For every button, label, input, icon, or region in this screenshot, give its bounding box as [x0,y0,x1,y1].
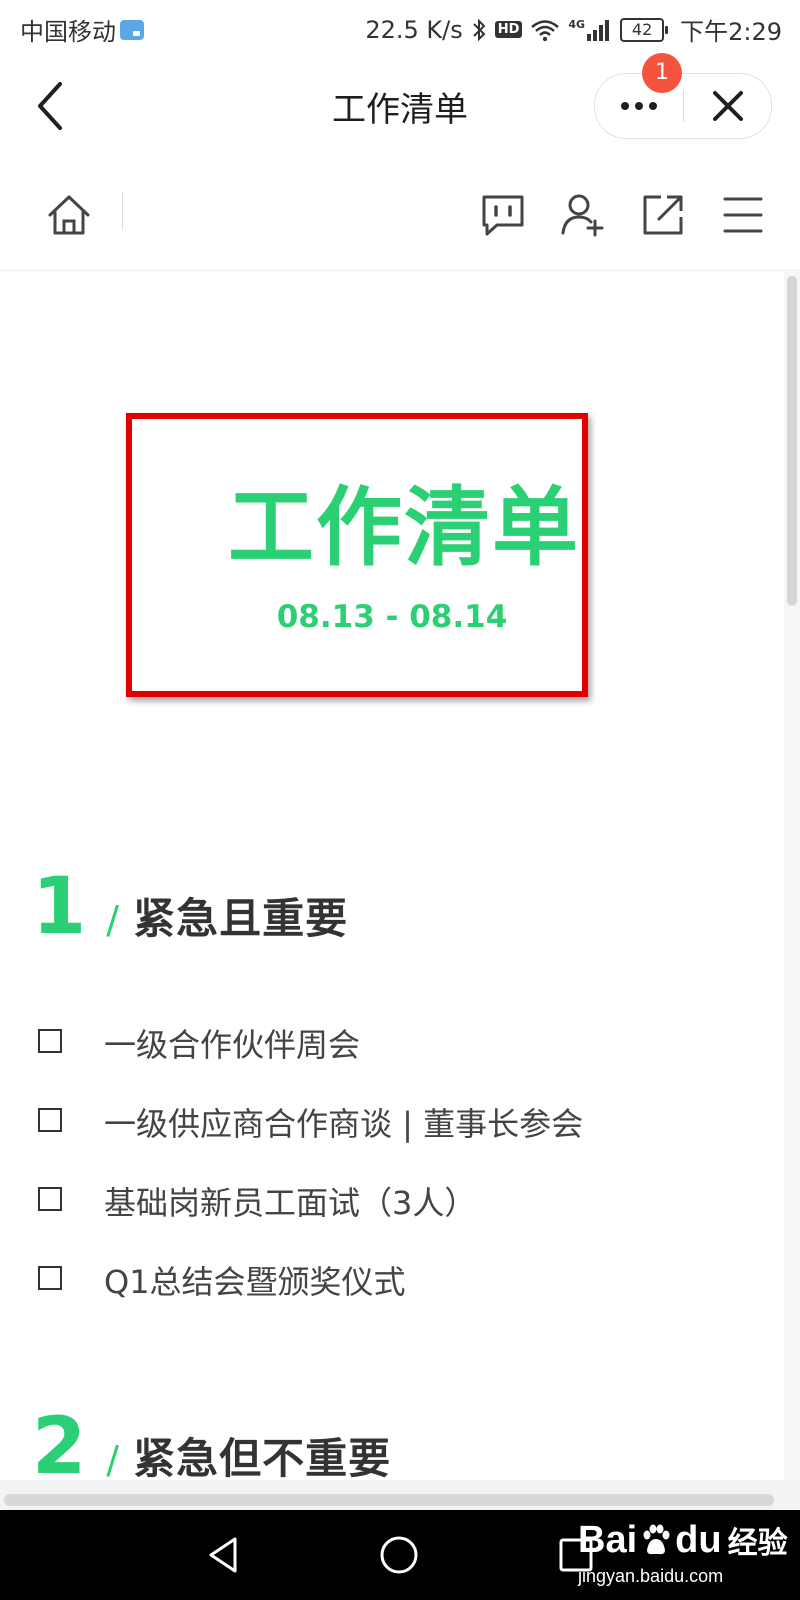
carrier-info: 中国移动 [20,12,144,47]
signal-icon [587,19,610,41]
task-item: 一级供应商合作商谈 | 董事长参会 [0,1091,784,1151]
comment-icon [482,195,524,236]
carrier-name: 中国移动 [20,18,116,46]
section-heading-2: 2 / 紧急但不重要 [32,1408,391,1480]
paw-icon [643,1524,670,1555]
status-indicators: 22.5 K/s HD 4G 42 下午2:29 [365,12,782,47]
vertical-scroll-thumb[interactable] [787,276,797,606]
task-item: 基础岗新员工面试（3人） [0,1170,784,1230]
home-button[interactable] [42,188,96,242]
toolbar-separator [122,192,123,230]
section-slash: / [106,1438,120,1480]
task-checkbox[interactable] [38,1108,62,1132]
message-icon [120,19,144,40]
section-title: 紧急且重要 [133,894,349,943]
circle-home-icon [380,1536,418,1574]
cell-signal: 4G [568,18,612,42]
section-title: 紧急但不重要 [133,1434,392,1480]
section-number: 2 [32,1402,87,1480]
chevron-left-icon [38,82,62,130]
task-label: Q1总结会暨颁奖仪式 [104,1263,406,1301]
task-item: Q1总结会暨颁奖仪式 [0,1249,784,1309]
notification-badge: 1 [642,53,682,93]
section-slash: / [106,898,120,942]
share-button[interactable] [636,188,690,242]
bluetooth-icon [473,18,486,41]
close-icon [712,91,743,121]
menu-icon [723,197,763,233]
back-button[interactable] [28,78,76,134]
task-item: 一级合作伙伴周会 [0,1012,784,1072]
task-checkbox[interactable] [38,1029,62,1053]
status-bar: 中国移动 22.5 K/s HD 4G 42 下午2:29 [0,0,800,56]
task-label: 一级合作伙伴周会 [104,1026,361,1064]
section-number: 1 [32,862,87,952]
watermark-brand-part2: du [675,1518,722,1561]
watermark-url: jingyan.baidu.com [578,1566,724,1586]
doc-toolbar [0,170,800,271]
network-type: 4G [568,17,586,31]
cover-title: 工作清单 [228,478,580,578]
baidu-jingyan-watermark: Bai du 经验 jingyan.baidu.com [560,1508,788,1598]
cover-card: 工作清单 08.13 - 08.14 [126,413,588,697]
task-label: 基础岗新员工面试（3人） [104,1184,477,1222]
section-heading-1: 1 / 紧急且重要 [32,868,348,946]
close-button[interactable] [684,74,771,138]
more-dots-icon [621,102,657,110]
hd-badge: HD [494,21,523,38]
wifi-icon [531,19,560,41]
menu-button[interactable] [716,188,770,242]
home-icon [48,195,90,235]
cover-date-range: 08.13 - 08.14 [276,599,508,635]
baidu-logo: Bai du 经验 [578,1518,788,1562]
watermark-brand-part1: Bai [578,1518,638,1561]
task-label: 一级供应商合作商谈 | 董事长参会 [104,1105,584,1143]
comment-button[interactable] [476,188,530,242]
network-speed: 22.5 K/s [365,15,463,44]
clock: 下午2:29 [680,18,782,46]
horizontal-scrollbar[interactable] [4,1494,774,1506]
page-title: 工作清单 [332,90,468,130]
add-user-icon [561,194,604,237]
task-checkbox[interactable] [38,1187,62,1211]
battery-indicator: 42 [620,17,669,42]
document-content[interactable]: 工作清单 08.13 - 08.14 1 / 紧急且重要 一级合作伙伴周会 一级… [0,272,784,1480]
vertical-scrollbar[interactable] [784,272,800,1480]
mini-program-capsule [594,73,772,139]
watermark-brand-cn: 经验 [727,1527,788,1560]
share-icon [643,195,683,235]
system-back-button[interactable] [190,1522,256,1588]
system-home-button[interactable] [366,1522,432,1588]
add-collaborator-button[interactable] [556,188,610,242]
triangle-back-icon [209,1537,237,1573]
task-checkbox[interactable] [38,1266,62,1290]
